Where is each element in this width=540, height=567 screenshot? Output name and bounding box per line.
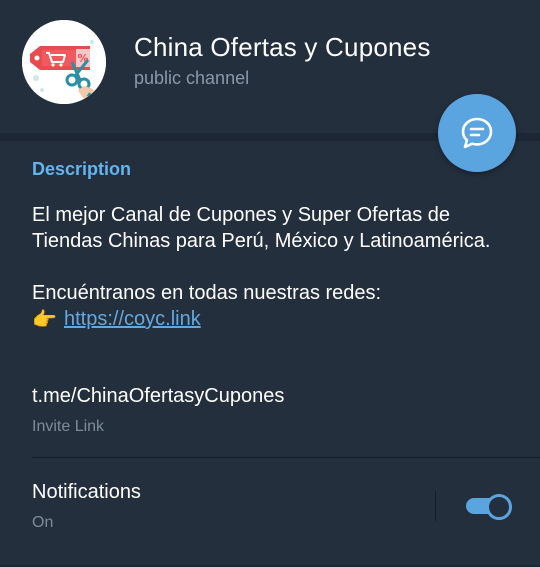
pointing-hand-icon: 👉	[32, 308, 57, 331]
notifications-label[interactable]: Notifications	[32, 481, 141, 504]
open-chat-button[interactable]	[438, 94, 516, 172]
notifications-toggle[interactable]	[464, 493, 512, 520]
chat-bubble-icon	[461, 117, 493, 149]
notifications-status: On	[32, 514, 54, 531]
toggle-knob	[486, 494, 512, 520]
description-link-line: 👉 https://coyc.link	[32, 306, 492, 333]
description-section-label: Description	[32, 159, 132, 179]
channel-title: China Ofertas y Cupones	[134, 32, 431, 62]
channel-type-label: public channel	[134, 68, 250, 88]
divider	[32, 457, 540, 458]
shopping-cart-coupon-logo: %	[22, 20, 106, 104]
channel-avatar[interactable]: %	[22, 20, 106, 104]
channel-info-panel: Description El mejor Canal de Cupones y …	[0, 141, 540, 565]
channel-description: El mejor Canal de Cupones y Super Oferta…	[32, 202, 492, 333]
coyc-link[interactable]: https://coyc.link	[64, 308, 201, 330]
description-networks-text: Encuéntranos en todas nuestras redes:	[32, 282, 382, 304]
invite-link-label: Invite Link	[32, 418, 105, 435]
vertical-divider	[435, 491, 436, 521]
invite-link[interactable]: t.me/ChinaOfertasyCupones	[32, 385, 284, 408]
description-text: El mejor Canal de Cupones y Super Oferta…	[32, 204, 491, 252]
